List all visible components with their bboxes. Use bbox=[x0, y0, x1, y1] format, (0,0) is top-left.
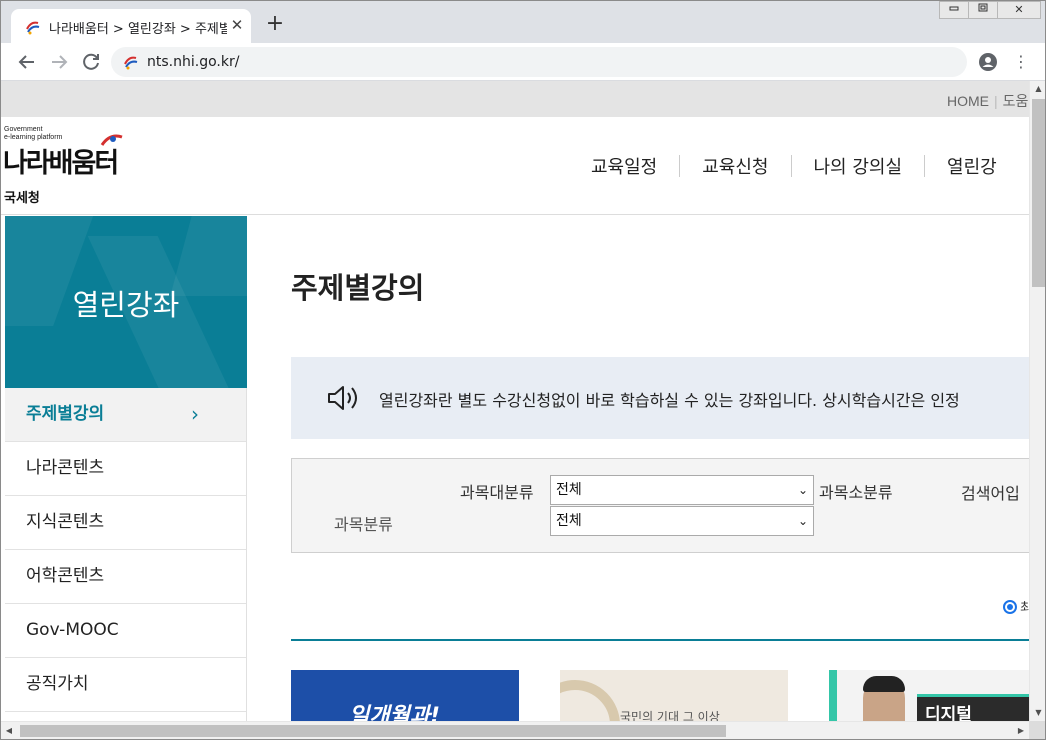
gnb-divider bbox=[790, 155, 792, 177]
search-panel: 과목분류 과목대분류 전체 ⌄ 전체 ⌄ 과목소분류 검색어입 bbox=[291, 458, 1029, 553]
back-icon[interactable] bbox=[15, 50, 39, 74]
notice-text: 열린강좌란 별도 수강신청없이 바로 학습하실 수 있는 강좌입니다. 상시학습… bbox=[379, 391, 960, 410]
major-category-value: 전체 bbox=[556, 482, 582, 498]
new-tab-button[interactable]: + bbox=[263, 13, 287, 37]
side-nav-item-label: Gov-MOOC bbox=[26, 620, 119, 640]
logo-tagline-line1: Government bbox=[4, 126, 43, 133]
home-link[interactable]: HOME bbox=[947, 93, 989, 109]
restore-button[interactable] bbox=[968, 1, 998, 19]
course-card[interactable]: 일개월과! bbox=[291, 670, 519, 721]
sort-radio[interactable] bbox=[1003, 600, 1017, 614]
help-link[interactable]: 도움 bbox=[1003, 93, 1029, 109]
presenter-hair bbox=[863, 676, 905, 692]
tab-close-icon[interactable]: ✕ bbox=[229, 17, 245, 33]
chevron-right-icon: › bbox=[191, 402, 199, 426]
chevron-down-icon: ⌄ bbox=[797, 483, 808, 497]
gnb-divider bbox=[679, 155, 681, 177]
scroll-right-icon[interactable]: ▶ bbox=[1013, 722, 1029, 739]
horizontal-scrollbar[interactable]: ◀ ▶ bbox=[1, 721, 1029, 739]
course-card-text: 국민의 기대 그 이상 bbox=[620, 710, 720, 721]
site-header: Government e-learning platform 나라배움터 국세청… bbox=[1, 117, 1029, 215]
tab-strip: 나라배움터 > 열린강좌 > 주제별강의 ✕ + ✕ bbox=[1, 1, 1045, 43]
utility-links: HOME | 도움 bbox=[947, 91, 1028, 111]
address-bar[interactable]: nts.nhi.go.kr/ bbox=[111, 47, 967, 77]
page-viewport: HOME | 도움 Government e-learning platform 나… bbox=[1, 81, 1029, 721]
vertical-scrollbar[interactable]: ▲ ▼ bbox=[1029, 81, 1045, 721]
reload-icon[interactable] bbox=[79, 50, 103, 74]
browser-tab[interactable]: 나라배움터 > 열린강좌 > 주제별강의 ✕ bbox=[11, 9, 251, 43]
side-nav: 열린강좌 주제별강의 › 나라콘텐츠 지식콘텐츠 어학콘텐츠 Gov-MOOC … bbox=[5, 216, 247, 721]
major-category-label: 과목대분류 bbox=[460, 483, 534, 502]
site-favicon-icon bbox=[26, 21, 40, 35]
site-logo[interactable]: 나라배움터 bbox=[3, 141, 119, 180]
side-nav-title: 열린강좌 bbox=[72, 288, 180, 322]
gnb-item-open-courses[interactable]: 열린강 bbox=[947, 153, 997, 179]
gnb-divider bbox=[924, 155, 926, 177]
global-nav: 교육일정 교육신청 나의 강의실 열린강 bbox=[591, 153, 997, 179]
logo-tagline[interactable]: Government e-learning platform bbox=[4, 126, 62, 142]
side-nav-item-language-contents[interactable]: 어학콘텐츠 bbox=[5, 550, 246, 604]
minor-category-select[interactable]: 전체 ⌄ bbox=[550, 506, 814, 536]
side-nav-item-label: 나라콘텐츠 bbox=[26, 458, 105, 478]
side-nav-header: 열린강좌 bbox=[5, 216, 247, 388]
side-nav-item-topic-lectures[interactable]: 주제별강의 › bbox=[5, 388, 246, 442]
category-label: 과목분류 bbox=[334, 515, 393, 534]
site-favicon-icon bbox=[124, 56, 138, 70]
utility-bar: HOME | 도움 bbox=[1, 81, 1029, 117]
gnb-item-my-classroom[interactable]: 나의 강의실 bbox=[814, 153, 903, 179]
minimize-button[interactable] bbox=[939, 1, 969, 19]
side-nav-item-label: 지식콘텐츠 bbox=[26, 512, 105, 532]
profile-icon[interactable] bbox=[978, 52, 998, 72]
browser-toolbar: nts.nhi.go.kr/ ⋮ bbox=[1, 43, 1045, 81]
course-card[interactable]: 디지털 bbox=[829, 670, 1029, 721]
kebab-menu-icon[interactable]: ⋮ bbox=[1013, 52, 1029, 72]
scrollbar-corner bbox=[1029, 721, 1045, 739]
utility-divider: | bbox=[994, 93, 998, 109]
chevron-down-icon: ⌄ bbox=[797, 514, 808, 528]
agency-name: 국세청 bbox=[4, 191, 40, 206]
scroll-left-icon[interactable]: ◀ bbox=[1, 722, 17, 739]
decor-stripe bbox=[829, 670, 837, 721]
side-nav-item-public-values[interactable]: 공직가치 bbox=[5, 658, 246, 712]
browser-window: 나라배움터 > 열린강좌 > 주제별강의 ✕ + ✕ nts.nhi.go.kr… bbox=[0, 0, 1046, 740]
keyword-label: 검색어입 bbox=[961, 484, 1020, 503]
side-nav-item-knowledge-contents[interactable]: 지식콘텐츠 bbox=[5, 496, 246, 550]
horizontal-scroll-thumb[interactable] bbox=[20, 725, 726, 737]
decor-arc bbox=[560, 680, 620, 721]
window-controls: ✕ bbox=[939, 1, 1041, 19]
sort-radio-label[interactable]: 최 bbox=[1020, 597, 1029, 616]
minor-category-label: 과목소분류 bbox=[819, 483, 893, 502]
course-card-text: 일개월과! bbox=[349, 704, 440, 721]
side-nav-item-label: 주제별강의 bbox=[26, 404, 105, 424]
list-divider bbox=[291, 639, 1029, 641]
restore-icon bbox=[978, 3, 988, 12]
side-nav-item-label: 어학콘텐츠 bbox=[26, 566, 105, 586]
minimize-icon bbox=[949, 6, 959, 11]
course-card[interactable]: 국민의 기대 그 이상 bbox=[560, 670, 788, 721]
scroll-down-icon[interactable]: ▼ bbox=[1030, 705, 1045, 721]
course-card-text: 디지털 bbox=[925, 705, 972, 721]
close-window-button[interactable]: ✕ bbox=[997, 1, 1041, 19]
forward-icon[interactable] bbox=[47, 50, 71, 74]
minor-category-value: 전체 bbox=[556, 513, 582, 529]
side-nav-item-label: 공직가치 bbox=[26, 674, 89, 694]
tab-title: 나라배움터 > 열린강좌 > 주제별강의 bbox=[49, 22, 227, 37]
side-nav-item-nara-contents[interactable]: 나라콘텐츠 bbox=[5, 442, 246, 496]
page-title: 주제별강의 bbox=[291, 271, 425, 305]
gnb-item-apply[interactable]: 교육신청 bbox=[702, 153, 768, 179]
vertical-scroll-thumb[interactable] bbox=[1032, 99, 1045, 287]
gnb-item-schedule[interactable]: 교육일정 bbox=[591, 153, 657, 179]
scroll-up-icon[interactable]: ▲ bbox=[1030, 81, 1045, 97]
major-category-select[interactable]: 전체 ⌄ bbox=[550, 475, 814, 505]
speaker-icon bbox=[328, 386, 357, 410]
notice-box: 열린강좌란 별도 수강신청없이 바로 학습하실 수 있는 강좌입니다. 상시학습… bbox=[291, 357, 1029, 439]
side-nav-item-gov-mooc[interactable]: Gov-MOOC bbox=[5, 604, 246, 658]
url-text: nts.nhi.go.kr/ bbox=[147, 54, 240, 70]
